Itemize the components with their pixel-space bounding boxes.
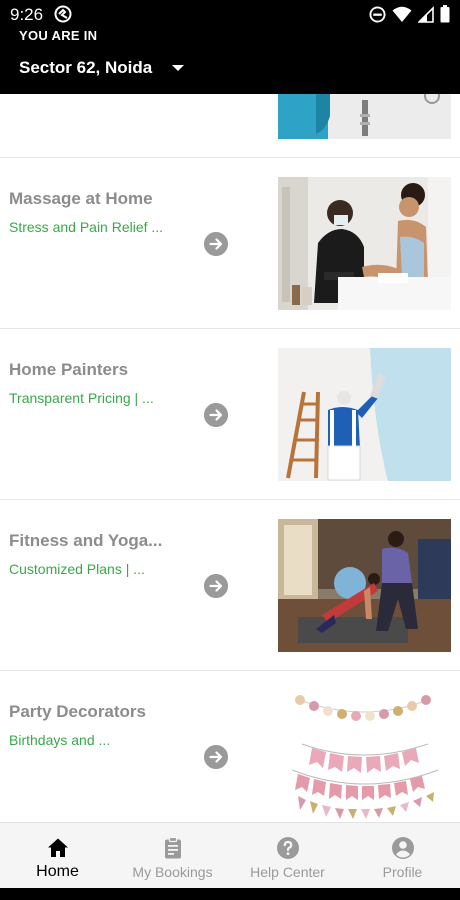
service-list[interactable]: Massage at Home Stress and Pain Relief .… bbox=[0, 94, 460, 822]
service-card-party-decorators[interactable]: Party Decorators Birthdays and ... bbox=[0, 671, 460, 822]
battery-icon bbox=[440, 5, 450, 23]
nav-label-my-bookings: My Bookings bbox=[132, 864, 213, 880]
service-title: Massage at Home bbox=[9, 189, 153, 208]
party-decor-photo bbox=[278, 690, 451, 822]
service-subtitle: Birthdays and ... bbox=[9, 732, 111, 748]
service-title: Home Painters bbox=[9, 360, 129, 379]
arrow-right-icon[interactable] bbox=[204, 745, 228, 769]
home-icon[interactable] bbox=[46, 836, 70, 860]
wifi-icon bbox=[392, 6, 412, 22]
service-title: Party Decorators bbox=[9, 702, 147, 721]
nav-label-help-center: Help Center bbox=[250, 864, 325, 880]
service-card-massage[interactable]: Massage at Home Stress and Pain Relief .… bbox=[0, 158, 460, 329]
location-selector[interactable]: Sector 62, Noida bbox=[19, 58, 185, 78]
status-bar: 9:26 bbox=[0, 0, 460, 28]
clipboard-icon[interactable] bbox=[161, 836, 185, 860]
nav-item-my-bookings[interactable]: My Bookings bbox=[115, 823, 230, 888]
location-header: YOU ARE IN Sector 62, Noida bbox=[0, 28, 460, 94]
bottom-navigation: Home My Bookings Help Center Profile bbox=[0, 822, 460, 888]
service-subtitle: Stress and Pain Relief ... bbox=[9, 219, 164, 235]
location-name[interactable]: Sector 62, Noida bbox=[19, 58, 152, 78]
signal-icon bbox=[418, 5, 434, 23]
fitness-photo bbox=[278, 519, 451, 652]
service-photo-partial bbox=[278, 94, 451, 139]
system-nav-strip bbox=[0, 888, 460, 900]
painter-photo bbox=[278, 348, 451, 481]
massage-photo bbox=[278, 177, 451, 310]
app-notification-icon bbox=[54, 5, 72, 23]
arrow-right-icon[interactable] bbox=[204, 403, 228, 427]
dropdown-caret-icon[interactable] bbox=[172, 65, 185, 71]
nav-item-help-center[interactable]: Help Center bbox=[230, 823, 345, 888]
nav-item-profile[interactable]: Profile bbox=[345, 823, 460, 888]
do-not-disturb-icon bbox=[369, 5, 386, 23]
status-time: 9:26 bbox=[10, 5, 44, 24]
arrow-right-icon[interactable] bbox=[204, 574, 228, 598]
help-icon[interactable] bbox=[276, 836, 300, 860]
service-card-partial[interactable] bbox=[0, 94, 460, 158]
service-subtitle: Customized Plans | ... bbox=[9, 561, 145, 577]
arrow-right-icon[interactable] bbox=[204, 232, 228, 256]
service-subtitle: Transparent Pricing | ... bbox=[9, 390, 154, 406]
nav-label-home: Home bbox=[36, 863, 79, 880]
service-card-painters[interactable]: Home Painters Transparent Pricing | ... bbox=[0, 329, 460, 500]
nav-label-profile: Profile bbox=[382, 864, 423, 880]
service-title: Fitness and Yoga... bbox=[9, 531, 163, 550]
service-card-fitness[interactable]: Fitness and Yoga... Customized Plans | .… bbox=[0, 500, 460, 671]
profile-icon[interactable] bbox=[391, 836, 415, 860]
location-caption: YOU ARE IN bbox=[19, 28, 98, 43]
nav-item-home[interactable]: Home bbox=[0, 823, 115, 888]
status-icons bbox=[369, 5, 450, 23]
